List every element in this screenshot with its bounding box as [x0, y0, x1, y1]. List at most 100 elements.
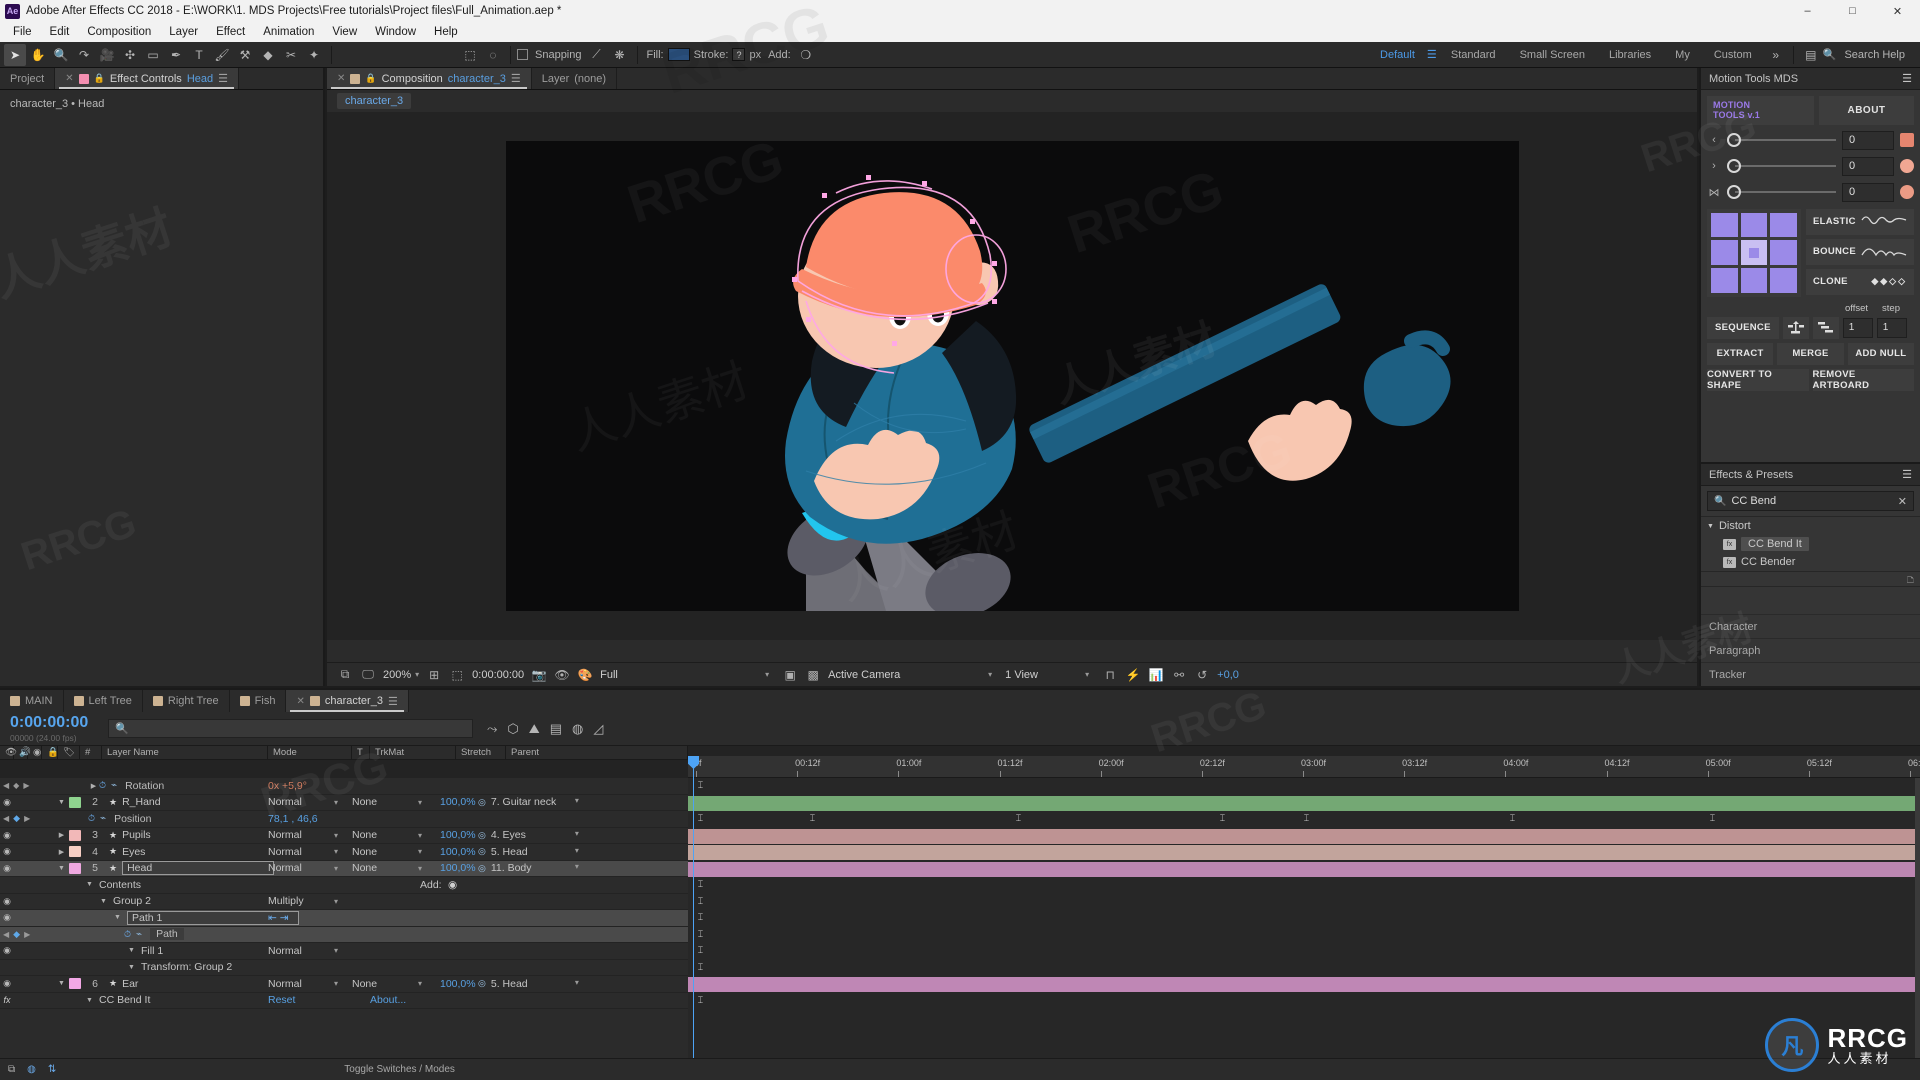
layer-stretch-value[interactable]: 100,0%: [440, 862, 476, 874]
channels-icon[interactable]: 🎨: [577, 667, 593, 683]
group-mode-dropdown[interactable]: Normal ▾: [268, 945, 346, 957]
add-null-button[interactable]: ADD NULL: [1847, 342, 1914, 365]
convert-to-shape-button[interactable]: CONVERT TO SHAPE: [1707, 368, 1809, 391]
lock-icon[interactable]: 🔒: [365, 73, 376, 84]
property-value[interactable]: 78,1 , 46,6: [268, 813, 318, 825]
puppet-pin-tool[interactable]: ✦: [303, 44, 325, 66]
graph-editor-icon[interactable]: ⌁: [136, 929, 142, 940]
slider-knob-3[interactable]: [1727, 185, 1741, 200]
table-row[interactable]: ◉ ▼ 5 ★ Head Normal ▾ None ▾ 100,0% ◎ 11. Body ▾: [0, 860, 688, 877]
timeline-scrollbar[interactable]: [1915, 778, 1920, 1058]
step-input[interactable]: 1: [1876, 317, 1907, 338]
layer-duration-bar[interactable]: [688, 828, 1920, 844]
graph-editor-icon[interactable]: ⌁: [111, 780, 117, 791]
monitor-icon[interactable]: 🖵: [360, 667, 376, 683]
region-of-interest-icon[interactable]: ⬚: [449, 667, 465, 683]
type-tool[interactable]: T: [188, 44, 210, 66]
keyframe-marker[interactable]: ⌶: [808, 814, 817, 823]
eye-icon[interactable]: ◉: [0, 945, 14, 956]
panel-menu-icon[interactable]: ☰: [511, 72, 521, 85]
layer-name-cell[interactable]: ★ R_Hand: [109, 796, 161, 808]
layer-duration-bar[interactable]: [688, 845, 1920, 860]
group-row[interactable]: ◉ ▼ Path 1 ⇤ ⇥: [0, 910, 688, 927]
region-icon[interactable]: ▣: [782, 667, 798, 683]
sequence-button[interactable]: SEQUENCE: [1707, 316, 1779, 339]
property-value[interactable]: 0x +5,9°: [268, 780, 307, 792]
resolution-dropdown[interactable]: Full ▾: [600, 669, 775, 681]
eye-icon[interactable]: ◉: [0, 863, 14, 874]
layer-mode-dropdown[interactable]: Normal ▾: [268, 796, 346, 808]
stroke-color-swatch[interactable]: ?: [732, 48, 746, 61]
menu-item-layer[interactable]: Layer: [160, 24, 207, 40]
keyframe-marker[interactable]: ⌶: [696, 913, 705, 922]
fill-color-swatch[interactable]: [667, 48, 690, 61]
group-row[interactable]: ▼ Contents Add: ◉: [0, 877, 688, 894]
anchor-cell[interactable]: [1711, 268, 1738, 293]
anchor-cell-center[interactable]: [1740, 240, 1768, 266]
keyframe-marker[interactable]: ⌶: [1218, 814, 1227, 823]
layer-trkmat-dropdown[interactable]: None ▾: [352, 796, 432, 808]
pan-behind-tool[interactable]: ✣: [119, 44, 141, 66]
timeline-tab-right-tree[interactable]: Right Tree: [143, 690, 230, 712]
views-dropdown[interactable]: 1 View ▾: [1005, 669, 1095, 681]
effects-category-distort[interactable]: ▼ Distort: [1701, 517, 1920, 535]
layer-label-color[interactable]: [69, 846, 81, 858]
chevron-right-icon[interactable]: ▶: [56, 831, 67, 839]
prev-keyframe-icon[interactable]: ◀: [3, 930, 9, 939]
effect-row[interactable]: fx ▼ CC Bend It Reset About...: [0, 993, 688, 1009]
prev-keyframe-icon[interactable]: ◀: [3, 814, 9, 823]
layer-label-color[interactable]: [69, 862, 81, 874]
timeline-tab-fish[interactable]: Fish: [230, 690, 287, 712]
parent-pickwhip-icon[interactable]: ◎: [478, 846, 486, 857]
workspace-tab-custom[interactable]: Custom: [1702, 45, 1764, 65]
layer-stretch-value[interactable]: 100,0%: [440, 829, 476, 841]
property-name[interactable]: Path: [150, 928, 184, 941]
group-row[interactable]: ◉ ▼ Group 2 Multiply ▾: [0, 894, 688, 910]
timeline-track-area[interactable]: ⌶⌶⌶⌶⌶⌶⌶⌶⌶⌶⌶⌶⌶⌶⌶⌶: [688, 778, 1920, 1058]
layer-duration-bar[interactable]: [688, 795, 1920, 811]
layer-name-label[interactable]: Head: [122, 861, 275, 876]
layer-trkmat-dropdown[interactable]: None ▾: [352, 829, 432, 841]
reset-exposure-icon[interactable]: ↺: [1194, 667, 1210, 683]
layer-trkmat-dropdown[interactable]: None ▾: [352, 978, 432, 990]
eye-icon[interactable]: ◉: [0, 846, 14, 857]
prev-keyframe-icon[interactable]: ◀: [3, 781, 9, 790]
snapping-grid-icon[interactable]: ❋: [609, 44, 631, 66]
menu-item-effect[interactable]: Effect: [207, 24, 254, 40]
layer-stretch-value[interactable]: 100,0%: [440, 978, 476, 990]
add-keyframe-icon[interactable]: ◆: [13, 929, 20, 940]
snapping-magnet-icon[interactable]: ⟋: [586, 44, 608, 66]
hide-shy-layers-icon[interactable]: ⛰: [529, 721, 540, 737]
path-direction-icons[interactable]: ⇤ ⇥: [268, 912, 289, 924]
clone-button[interactable]: CLONE ◆◆◇◇: [1806, 268, 1914, 295]
layer-parent-dropdown[interactable]: ◎ 5. Head ▾: [478, 978, 579, 990]
property-name[interactable]: Position: [114, 813, 151, 825]
chevron-right-icon[interactable]: ▶: [56, 848, 67, 856]
chevron-down-icon[interactable]: ▼: [126, 964, 137, 971]
add-keyframe-icon[interactable]: ◆: [13, 813, 20, 824]
snapping-checkbox[interactable]: [517, 49, 528, 60]
layer-mode-dropdown[interactable]: Normal ▾: [268, 978, 346, 990]
group-mode-dropdown[interactable]: Multiply ▾: [268, 895, 346, 907]
playhead-ruler[interactable]: [688, 756, 699, 778]
close-icon[interactable]: ✕: [296, 696, 304, 707]
keyframe-navigator[interactable]: ◀ ◆ ▶: [0, 813, 42, 824]
anchor-cell[interactable]: [1770, 268, 1797, 293]
layer-parent-dropdown[interactable]: ◎ 4. Eyes ▾: [478, 829, 579, 841]
workspace-tab-libraries[interactable]: Libraries: [1597, 45, 1663, 65]
offset-input[interactable]: 1: [1842, 317, 1873, 338]
stopwatch-icon[interactable]: ⏱: [88, 813, 95, 824]
close-icon[interactable]: ✕: [65, 73, 73, 84]
chevron-down-icon[interactable]: ▼: [56, 980, 67, 987]
maximize-button[interactable]: □: [1830, 0, 1875, 22]
layer-parent-dropdown[interactable]: ◎ 7. Guitar neck ▾: [478, 796, 579, 808]
keyframe-marker[interactable]: ⌶: [1508, 814, 1517, 823]
clear-search-icon[interactable]: ✕: [1898, 495, 1907, 508]
timeline-icon[interactable]: 📊: [1148, 667, 1164, 683]
eraser-tool[interactable]: ◆: [257, 44, 279, 66]
extract-button[interactable]: EXTRACT: [1707, 342, 1774, 365]
layer-name-label[interactable]: Eyes: [122, 846, 145, 858]
chevron-down-icon[interactable]: ▼: [98, 898, 109, 905]
slider-track-2[interactable]: [1727, 159, 1836, 174]
slider-value-3[interactable]: 0: [1842, 182, 1894, 202]
